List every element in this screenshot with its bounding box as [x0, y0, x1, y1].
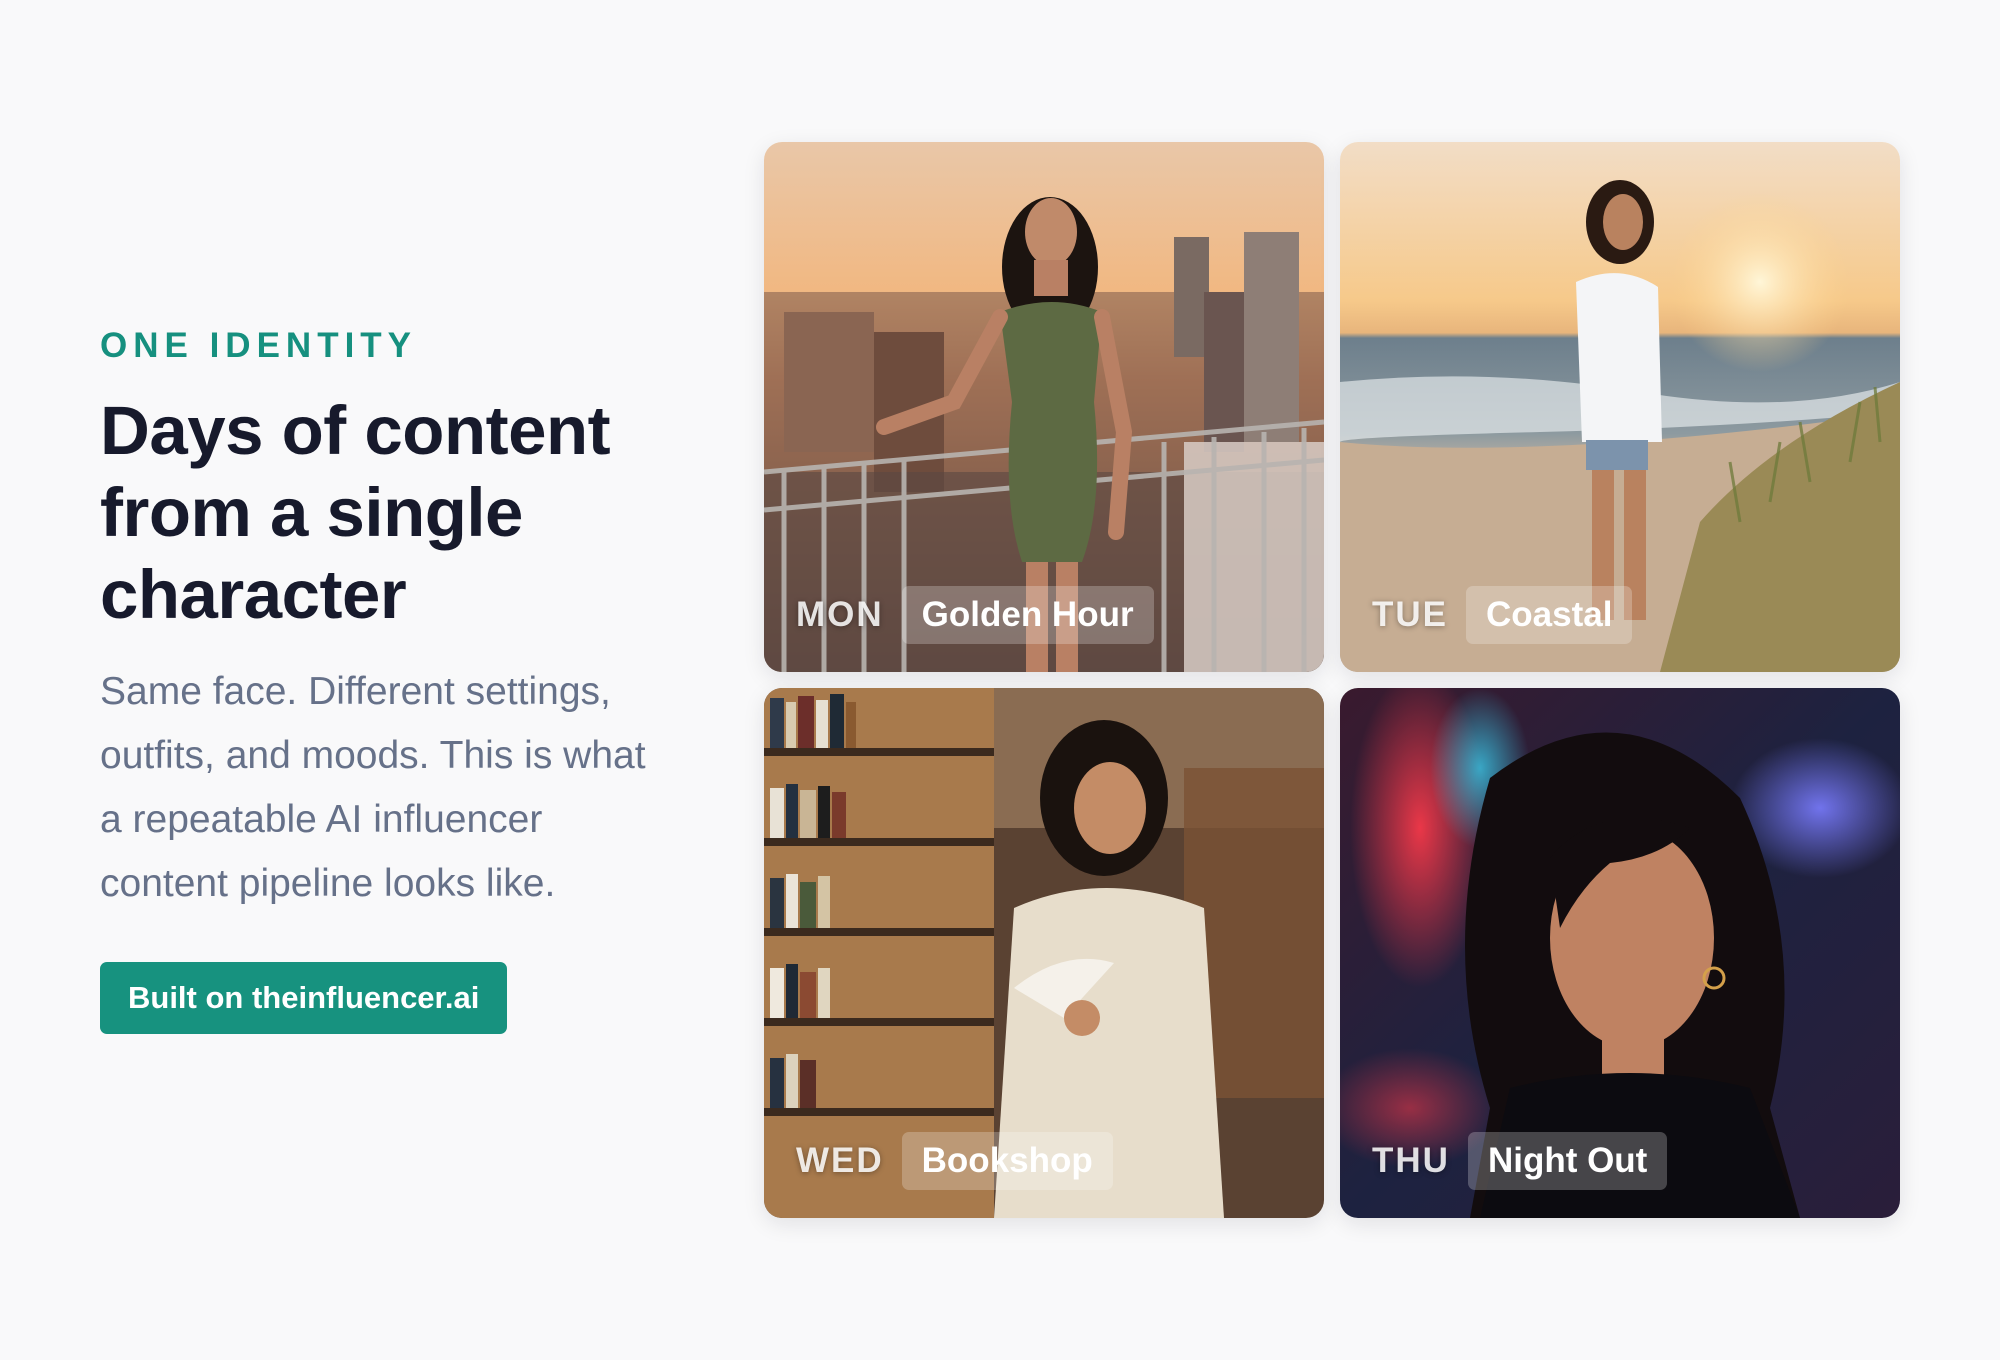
content-grid: MON Golden Hour TUE Coastal WED Bookshop…	[764, 142, 1900, 1218]
built-on-button[interactable]: Built on theinfluencer.ai	[100, 962, 508, 1034]
page: ONE IDENTITY Days of content from a sing…	[0, 0, 2000, 1360]
day-label: TUE	[1372, 595, 1448, 634]
card-title: Golden Hour	[901, 586, 1154, 644]
card-title: Bookshop	[901, 1132, 1113, 1190]
card-tag-tue: TUE Coastal	[1372, 586, 1633, 644]
card-title: Night Out	[1467, 1132, 1668, 1190]
description-line-3: a repeatable AI influencer	[100, 798, 543, 841]
day-label: THU	[1372, 1141, 1450, 1180]
description-line-1: Same face. Different settings,	[100, 670, 611, 713]
card-tag-thu: THU Night Out	[1372, 1132, 1668, 1190]
headline-line-2: from a single	[100, 474, 523, 551]
card-tag-mon: MON Golden Hour	[796, 586, 1154, 644]
card-tag-wed: WED Bookshop	[796, 1132, 1113, 1190]
content-card-thu[interactable]: THU Night Out	[1340, 688, 1900, 1218]
card-title: Coastal	[1466, 586, 1633, 644]
day-label: WED	[796, 1141, 884, 1180]
intro-description: Same face. Different settings, outfits, …	[100, 660, 720, 916]
description-line-2: outfits, and moods. This is what	[100, 734, 646, 777]
content-card-wed[interactable]: WED Bookshop	[764, 688, 1324, 1218]
headline-line-1: Days of content	[100, 392, 611, 469]
headline-line-3: character	[100, 556, 407, 633]
eyebrow-label: ONE IDENTITY	[100, 326, 418, 365]
content-card-tue[interactable]: TUE Coastal	[1340, 142, 1900, 672]
description-line-4: content pipeline looks like.	[100, 862, 556, 905]
day-label: MON	[796, 595, 884, 634]
intro-section: ONE IDENTITY Days of content from a sing…	[100, 322, 720, 1034]
page-title: Days of content from a single character	[100, 390, 720, 636]
content-card-mon[interactable]: MON Golden Hour	[764, 142, 1324, 672]
